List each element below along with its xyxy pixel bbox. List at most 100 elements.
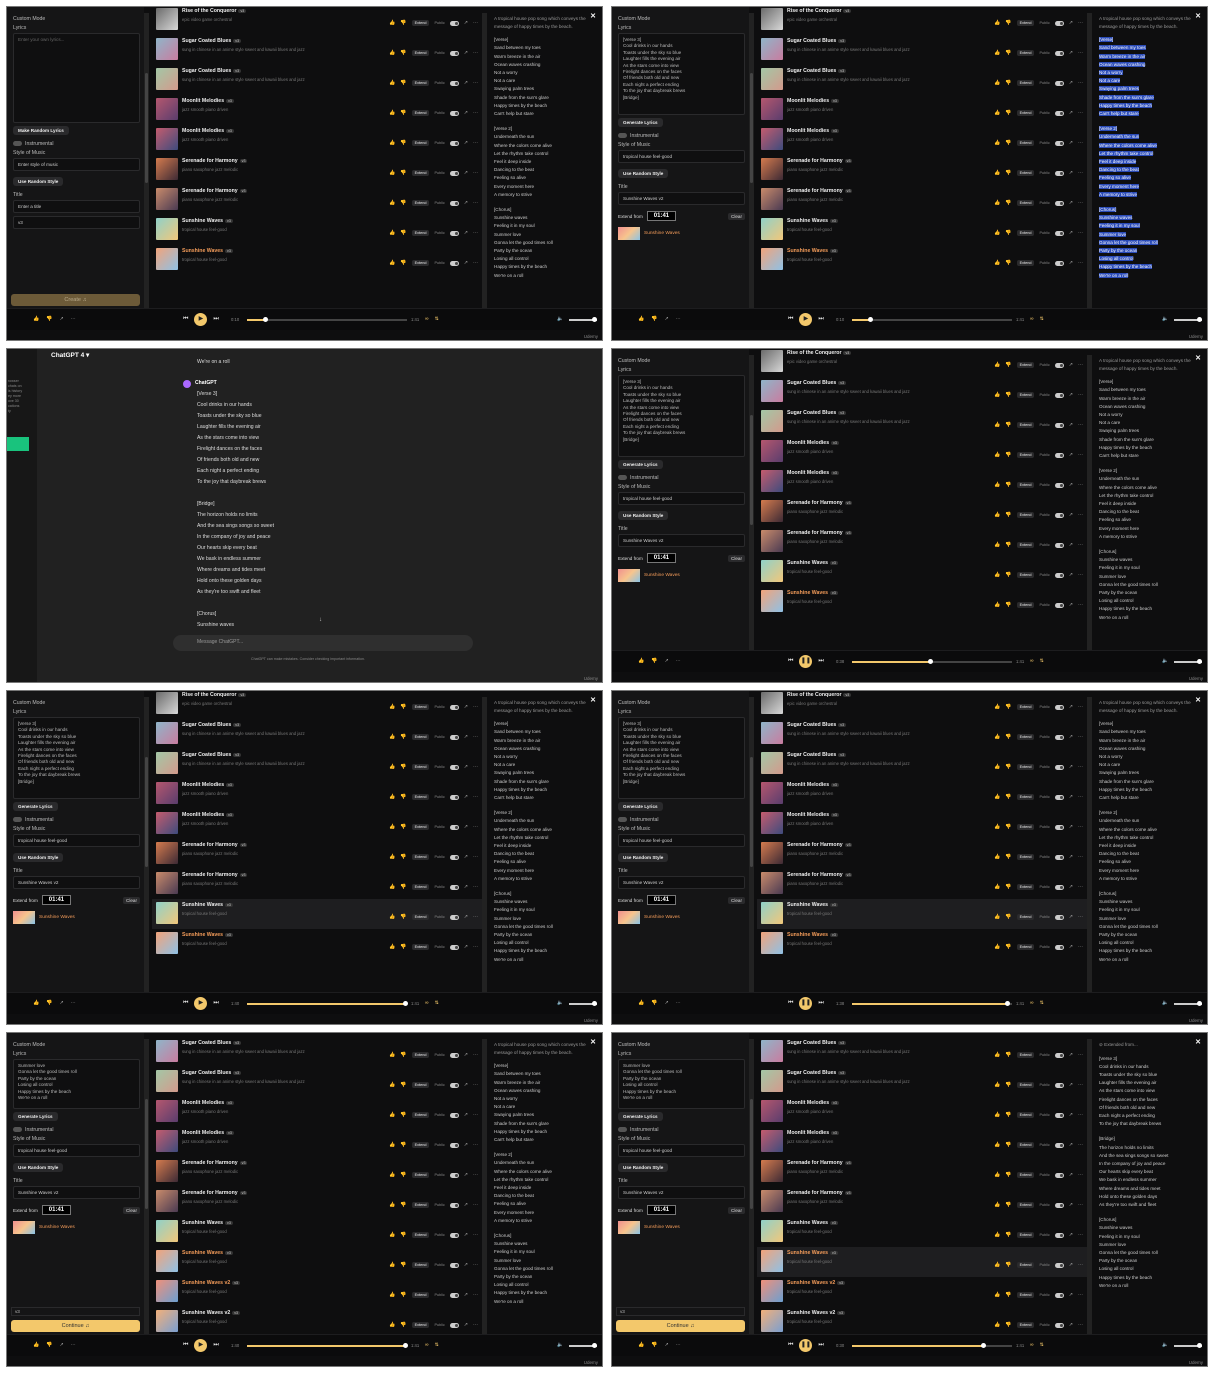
list-scrollbar[interactable] [1087,697,1092,994]
volume-icon[interactable]: 🔈 [1162,316,1168,322]
public-toggle[interactable] [449,20,459,26]
song-row[interactable]: Sunshine Waves v3 tropical house feel-good… [152,215,482,245]
song-thumbnail[interactable] [156,812,178,834]
share-icon[interactable]: ↗ [1069,20,1073,26]
share-icon[interactable]: ↗ [1069,260,1073,266]
like-icon[interactable]: 👍 [994,140,1000,146]
like-icon[interactable]: 👍 [389,260,395,266]
public-toggle[interactable] [1054,1112,1064,1118]
left-scrollbar[interactable] [144,1039,149,1336]
dislike-icon[interactable]: 👎 [1005,260,1011,266]
share-icon[interactable]: ↗ [1069,1112,1073,1118]
public-toggle[interactable] [1054,1292,1064,1298]
share-icon[interactable]: ↗ [464,914,468,920]
share-icon[interactable]: ↗ [464,704,468,710]
public-toggle[interactable] [1054,362,1064,368]
lyrics-textarea[interactable]: [Verse 3] Cool drinks in our hands Toasts … [618,717,745,799]
share-icon[interactable]: ↗ [59,316,63,322]
dislike-icon[interactable]: 👎 [1005,392,1011,398]
more-icon[interactable]: ⋯ [473,824,478,830]
dislike-icon[interactable]: 👎 [1005,1052,1011,1058]
dislike-icon[interactable]: 👎 [400,260,406,266]
more-icon[interactable]: ⋯ [473,884,478,890]
dislike-icon[interactable]: 👎 [1005,1112,1011,1118]
volume-icon[interactable]: 🔈 [557,316,563,322]
instrumental-toggle[interactable]: Instrumental [618,817,745,823]
song-row[interactable]: Moonlit Melodies v3 jazz smooth piano driv… [152,95,482,125]
song-row[interactable]: Moonlit Melodies v3 jazz smooth piano driv… [757,779,1087,809]
share-icon[interactable]: ↗ [1069,1142,1073,1148]
volume-slider[interactable] [569,317,597,322]
share-icon[interactable]: ↗ [464,1112,468,1118]
custom-mode-label[interactable]: Custom Mode [13,700,140,706]
instrumental-switch[interactable] [618,817,627,823]
public-toggle[interactable] [449,854,459,860]
song-title[interactable]: Moonlit Melodies v3 [787,470,962,476]
song-thumbnail[interactable] [761,128,783,150]
like-icon[interactable]: 👍 [994,1322,1000,1328]
close-icon[interactable]: ✕ [1195,697,1201,705]
share-icon[interactable]: ↗ [1069,704,1073,710]
previous-icon[interactable]: ⏮ [788,1000,793,1007]
extend-button[interactable]: Extend [411,764,430,770]
song-title[interactable]: Sunshine Waves v3 [787,248,962,254]
like-icon[interactable]: 👍 [638,658,644,664]
dislike-icon[interactable]: 👎 [1005,362,1011,368]
more-icon[interactable]: ⋯ [1078,20,1083,26]
share-icon[interactable]: ↗ [59,1000,63,1006]
style-input[interactable]: Enter style of music [13,158,140,171]
like-icon[interactable]: 👍 [994,80,1000,86]
progress-knob[interactable] [928,659,934,664]
share-icon[interactable]: ↗ [464,230,468,236]
share-icon[interactable]: ↗ [1069,1172,1073,1178]
song-thumbnail[interactable] [761,872,783,894]
song-thumbnail[interactable] [156,1040,178,1062]
song-row[interactable]: Moonlit Melodies v3 jazz smooth piano driv… [757,125,1087,155]
extend-button[interactable]: Extend [411,1112,430,1118]
volume-knob[interactable] [1197,1343,1202,1348]
public-toggle[interactable] [449,1172,459,1178]
like-icon[interactable]: 👍 [994,260,1000,266]
song-row[interactable]: Sunshine Waves v3 tropical house feel-good… [757,899,1087,929]
song-title[interactable]: Serenade for Harmony v3 [182,158,357,164]
song-row[interactable]: Sugar Coated Blues v3 sung in chinese in a… [757,1037,1087,1067]
more-icon[interactable]: ⋯ [473,170,478,176]
like-icon[interactable]: 👍 [994,824,1000,830]
song-title[interactable]: Sunshine Waves v3 [787,560,962,566]
custom-mode-label[interactable]: Custom Mode [618,700,745,706]
progress-knob[interactable] [262,317,268,322]
like-icon[interactable]: 👍 [994,230,1000,236]
public-toggle[interactable] [1054,1082,1064,1088]
volume-slider[interactable] [1174,1001,1202,1006]
song-title[interactable]: Rise of the Conqueror v3 [787,8,962,14]
lyrics-textarea[interactable]: [Verse 3] Cool drinks in our hands Toasts … [618,375,745,457]
like-icon[interactable]: 👍 [994,734,1000,740]
song-title[interactable]: Sugar Coated Blues v3 [787,1070,962,1076]
previous-icon[interactable]: ⏮ [183,1342,188,1349]
lyrics-textarea[interactable]: Summer love Gonna let the good times roll… [13,1059,140,1109]
progress-knob[interactable] [981,1343,987,1348]
previous-icon[interactable]: ⏮ [788,1342,793,1349]
more-icon[interactable]: ⋯ [1078,362,1083,368]
style-input[interactable]: tropical house feel-good [13,834,140,847]
share-icon[interactable]: ↗ [464,884,468,890]
public-toggle[interactable] [449,734,459,740]
song-thumbnail[interactable] [761,692,783,714]
public-toggle[interactable] [449,944,459,950]
extend-button[interactable]: Extend [1016,170,1035,176]
share-icon[interactable]: ↗ [464,110,468,116]
public-toggle[interactable] [1054,512,1064,518]
title-input[interactable]: Sunshine Waves v2 [618,876,745,889]
dislike-icon[interactable]: 👎 [651,1342,657,1348]
dislike-icon[interactable]: 👎 [400,1322,406,1328]
like-icon[interactable]: 👍 [994,110,1000,116]
extend-button[interactable]: Extend [411,824,430,830]
list-scrollbar[interactable] [1087,1039,1092,1336]
progress-knob[interactable] [403,1343,409,1348]
song-thumbnail[interactable] [156,8,178,30]
more-icon[interactable]: ⋯ [1078,1052,1083,1058]
style-input[interactable]: tropical house feel-good [13,1144,140,1157]
extend-button[interactable]: Extend [1016,824,1035,830]
extend-time-input[interactable]: 01:41 [41,895,72,905]
extend-button[interactable]: Extend [1016,572,1035,578]
